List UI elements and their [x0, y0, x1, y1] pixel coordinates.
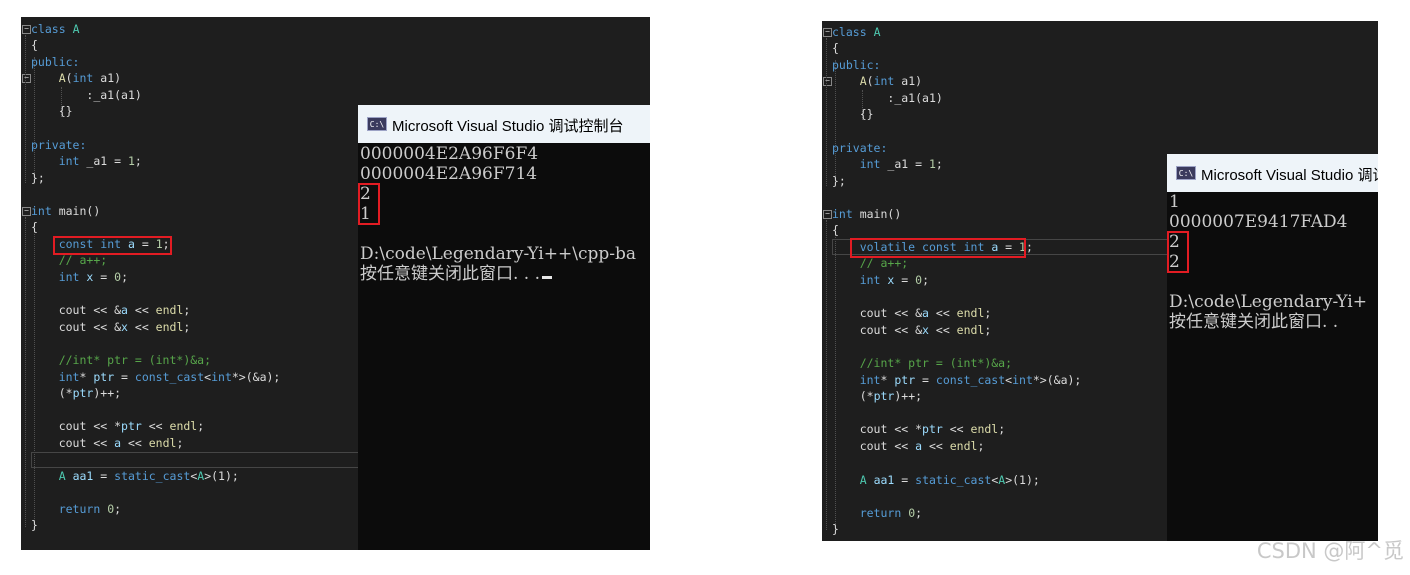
code-line[interactable]: :_a1(a1) [31, 87, 141, 103]
fold-toggle-icon[interactable] [22, 74, 31, 83]
console-titlebar[interactable]: C:\ Microsoft Visual Studio 调试控制台 [358, 105, 650, 143]
code-line[interactable]: cout << &a << endl; [832, 305, 992, 321]
fold-toggle-icon[interactable] [823, 210, 832, 219]
console-output-line: D:\code\Legendary-Yi+ [1169, 292, 1367, 312]
code-line[interactable]: } [832, 521, 839, 537]
code-line[interactable]: A aa1 = static_cast<A>(1); [31, 468, 239, 484]
code-line[interactable]: (*ptr)++; [832, 388, 922, 404]
left-screenshot: class A { public: A(int a1) :_a1(a1) {} … [21, 17, 650, 550]
code-line[interactable]: class A [832, 24, 881, 40]
current-line-highlight [31, 452, 363, 468]
code-line[interactable]: cout << a << endl; [832, 438, 985, 454]
code-line[interactable]: cout << a << endl; [31, 435, 184, 451]
code-line[interactable]: public: [31, 54, 79, 70]
fold-toggle-icon[interactable] [823, 77, 832, 86]
code-line[interactable]: int main() [31, 203, 100, 219]
debug-console[interactable]: C:\ Microsoft Visual Studio 调试 1 0000007… [1167, 154, 1378, 541]
console-titlebar[interactable]: C:\ Microsoft Visual Studio 调试 [1167, 154, 1378, 192]
console-output-line: 0000004E2A96F714 [360, 164, 538, 184]
console-output-line: 按任意键关闭此窗口. . . [360, 264, 553, 284]
indent-guide [25, 217, 26, 527]
code-line[interactable]: {} [31, 103, 73, 119]
code-line[interactable]: cout << &x << endl; [31, 319, 191, 335]
code-line[interactable]: //int* ptr = (int*)&a; [31, 352, 211, 368]
editor-gutter [822, 21, 832, 541]
console-output-line: D:\code\Legendary-Yi++\cpp-ba [360, 244, 637, 264]
console-app-icon: C:\ [367, 117, 387, 131]
console-output-line: 0000007E9417FAD4 [1169, 212, 1348, 232]
code-line[interactable]: //int* ptr = (int*)&a; [832, 355, 1012, 371]
console-output-line: 0000004E2A96F6F4 [360, 144, 539, 164]
code-line[interactable]: cout << &a << endl; [31, 302, 191, 318]
code-line[interactable]: (*ptr)++; [31, 385, 121, 401]
code-line[interactable]: cout << &x << endl; [832, 322, 992, 338]
code-line[interactable]: int* ptr = const_cast<int*>(&a); [832, 372, 1082, 388]
code-line[interactable]: { [832, 222, 839, 238]
code-line[interactable]: {} [832, 106, 874, 122]
indent-guide [826, 38, 827, 186]
console-cursor [542, 276, 553, 279]
highlight-box-output [1167, 231, 1189, 273]
indent-guide [826, 220, 827, 530]
code-line[interactable]: A(int a1) [31, 70, 121, 86]
highlight-box-const-decl [53, 236, 172, 255]
fold-toggle-icon[interactable] [823, 28, 832, 37]
code-line[interactable]: A(int a1) [832, 73, 922, 89]
highlight-box-volatile-decl [850, 238, 1026, 258]
code-line[interactable]: }; [832, 173, 846, 189]
indent-guide [25, 35, 26, 183]
code-line[interactable]: int x = 0; [832, 272, 929, 288]
code-line[interactable]: return 0; [832, 505, 922, 521]
code-line[interactable]: { [31, 219, 38, 235]
console-output-line: 按任意键关闭此窗口. . [1169, 312, 1339, 332]
code-line[interactable]: private: [31, 137, 86, 153]
highlight-box-output [358, 183, 380, 225]
code-line[interactable]: int main() [832, 206, 901, 222]
code-line[interactable]: int x = 0; [31, 269, 128, 285]
code-line[interactable]: cout << *ptr << endl; [31, 418, 204, 434]
code-line[interactable]: int _a1 = 1; [832, 156, 943, 172]
code-line[interactable]: cout << *ptr << endl; [832, 421, 1005, 437]
code-line[interactable]: return 0; [31, 501, 121, 517]
code-line[interactable]: }; [31, 170, 45, 186]
console-title: Microsoft Visual Studio 调试 [1201, 167, 1378, 184]
console-output-line: 1 [1169, 192, 1180, 212]
code-line[interactable]: } [31, 517, 38, 533]
fold-toggle-icon[interactable] [22, 25, 31, 34]
code-line[interactable]: { [832, 40, 839, 56]
debug-console[interactable]: C:\ Microsoft Visual Studio 调试控制台 000000… [358, 105, 650, 550]
code-line[interactable]: int* ptr = const_cast<int*>(&a); [31, 369, 281, 385]
code-line[interactable]: private: [832, 140, 887, 156]
code-line[interactable]: :_a1(a1) [832, 90, 942, 106]
watermark: CSDN @阿^觅 [1256, 539, 1404, 563]
console-app-icon: C:\ [1176, 166, 1196, 180]
code-line[interactable]: public: [832, 57, 880, 73]
code-line[interactable]: A aa1 = static_cast<A>(1); [832, 472, 1040, 488]
code-line[interactable]: { [31, 37, 38, 53]
fold-toggle-icon[interactable] [22, 207, 31, 216]
right-screenshot: class A { public: A(int a1) :_a1(a1) {} … [822, 21, 1378, 541]
code-line[interactable]: int _a1 = 1; [31, 153, 142, 169]
console-title: Microsoft Visual Studio 调试控制台 [392, 118, 624, 135]
editor-gutter [21, 17, 31, 550]
code-line[interactable]: class A [31, 21, 80, 37]
